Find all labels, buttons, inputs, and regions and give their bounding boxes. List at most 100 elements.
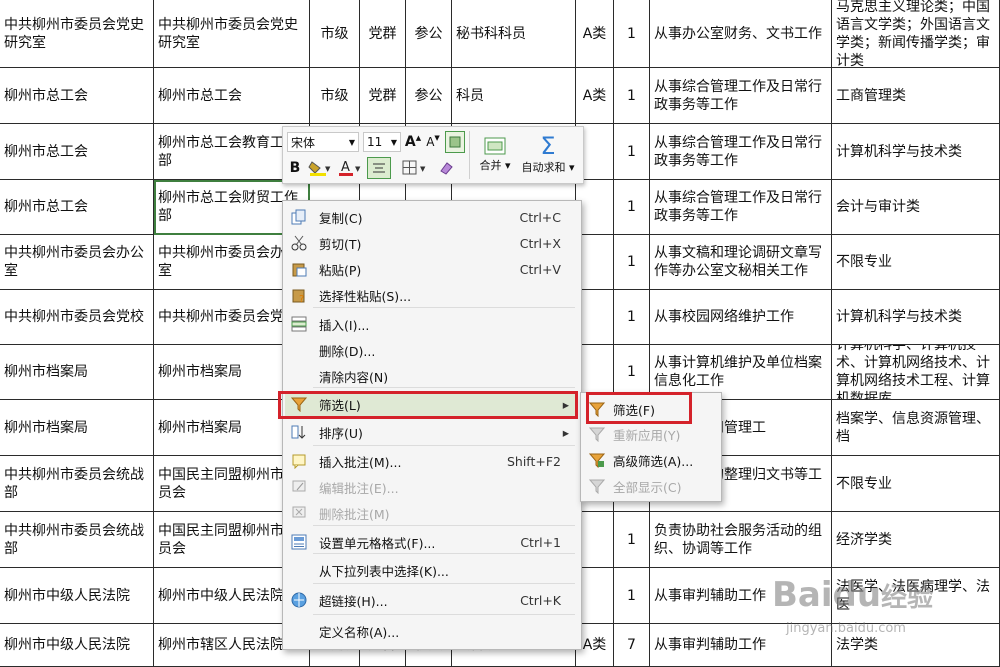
- table-cell[interactable]: 党群: [360, 0, 406, 68]
- fill-color-button[interactable]: ▼: [307, 158, 333, 178]
- table-cell[interactable]: 法医学、法医病理学、法医: [832, 568, 1000, 624]
- font-size-select[interactable]: 11 ▼: [363, 132, 401, 152]
- format-cells-icon: [291, 534, 307, 550]
- menu-item-pick-from-list[interactable]: 从下拉列表中选择(K)...: [285, 557, 577, 583]
- submenu-item-filter[interactable]: 筛选(F): [583, 397, 717, 421]
- table-cell[interactable]: 工商管理类: [832, 68, 1000, 124]
- table-cell[interactable]: 法学类: [832, 624, 1000, 667]
- arrow-down-icon: ▼: [434, 134, 440, 142]
- menu-item-clear-contents[interactable]: 清除内容(N): [285, 363, 577, 389]
- borders-icon: ▼: [402, 160, 426, 175]
- grow-font-label: A: [404, 134, 416, 150]
- table-cell[interactable]: 柳州市中级人民法院: [0, 624, 154, 667]
- borders-button[interactable]: ▼: [401, 158, 431, 178]
- table-cell[interactable]: 柳州市中级人民法院: [0, 568, 154, 624]
- table-cell[interactable]: 1: [614, 235, 650, 290]
- table-cell[interactable]: 1: [614, 568, 650, 624]
- table-cell[interactable]: 1: [614, 0, 650, 68]
- grow-font-button[interactable]: A ▲: [405, 132, 421, 152]
- table-cell[interactable]: 中共柳州市委员会办公室: [0, 235, 154, 290]
- table-cell[interactable]: 科员: [452, 68, 576, 124]
- menu-item-paste[interactable]: 粘贴(P) Ctrl+V: [285, 256, 577, 282]
- table-cell[interactable]: 马克思主义理论类；中国语言文学类；外国语言文学类；新闻传播学类；审计类: [832, 0, 1000, 68]
- bold-label: B: [289, 160, 301, 176]
- table-cell[interactable]: 1: [614, 290, 650, 345]
- menu-item-copy[interactable]: 复制(C) Ctrl+C: [285, 204, 577, 230]
- hyperlink-icon: [291, 592, 307, 608]
- table-cell[interactable]: 中共柳州市委员会党史研究室: [0, 0, 154, 68]
- svg-text:A: A: [341, 160, 350, 175]
- table-cell[interactable]: 会计与审计类: [832, 180, 1000, 235]
- shrink-font-button[interactable]: A ▼: [425, 132, 441, 152]
- table-cell[interactable]: 柳州市总工会: [0, 68, 154, 124]
- submenu-item-advanced-filter[interactable]: 高级筛选(A)...: [583, 448, 717, 472]
- table-cell[interactable]: A类: [576, 68, 614, 124]
- menu-item-delete[interactable]: 删除(D)...: [285, 337, 577, 363]
- svg-text:▼: ▼: [420, 165, 426, 173]
- menu-item-insert-comment[interactable]: 插入批注(M)... Shift+F2: [285, 448, 577, 474]
- menu-item-format-cells[interactable]: 设置单元格格式(F)... Ctrl+1: [285, 529, 577, 555]
- table-cell[interactable]: A类: [576, 0, 614, 68]
- menu-item-insert[interactable]: 插入(I)...: [285, 311, 577, 337]
- toolbar-divider: [469, 131, 470, 179]
- font-color-button[interactable]: A ▼: [337, 158, 363, 178]
- table-cell[interactable]: 1: [614, 68, 650, 124]
- table-cell[interactable]: 中共柳州市委员会党校: [0, 290, 154, 345]
- table-cell[interactable]: 从事综合管理工作及日常行政事务等工作: [650, 124, 832, 180]
- table-cell[interactable]: 从事办公室财务、文书工作: [650, 0, 832, 68]
- table-cell[interactable]: 党群: [360, 68, 406, 124]
- menu-item-label: 筛选(L): [319, 397, 361, 413]
- menu-item-cut[interactable]: 剪切(T) Ctrl+X: [285, 230, 577, 256]
- table-cell[interactable]: 柳州市档案局: [0, 345, 154, 400]
- font-name-select[interactable]: 宋体 ▼: [287, 132, 359, 152]
- table-cell[interactable]: 计算机科学与技术类: [832, 290, 1000, 345]
- table-cell[interactable]: 从事审判辅助工作: [650, 624, 832, 667]
- align-button[interactable]: [367, 157, 391, 179]
- table-cell[interactable]: 市级: [310, 0, 360, 68]
- context-menu: 复制(C) Ctrl+C 剪切(T) Ctrl+X 粘贴(P) Ctrl+V? 选择性粘贴(…: [282, 200, 582, 650]
- table-cell[interactable]: 参公: [406, 68, 452, 124]
- table-cell[interactable]: 1: [614, 124, 650, 180]
- table-cell[interactable]: 计算机科学与技术类: [832, 124, 1000, 180]
- filter-submenu: 筛选(F) 重新应用(Y) 高级筛选(A)... 全部显示(C): [580, 392, 722, 502]
- table-cell[interactable]: 中共柳州市委员会党史研究室: [154, 0, 310, 68]
- menu-item-hyperlink[interactable]: 超链接(H)... Ctrl+K: [285, 587, 577, 613]
- menu-item-define-name[interactable]: 定义名称(A)...: [285, 618, 577, 644]
- menu-item-paste-special[interactable]: ? 选择性粘贴(S)...: [285, 282, 577, 308]
- table-cell[interactable]: 柳州市档案局: [0, 400, 154, 456]
- table-cell[interactable]: 从事综合管理工作及日常行政事务等工作: [650, 180, 832, 235]
- menu-item-sort[interactable]: 排序(U) ▸: [285, 419, 577, 445]
- format-painter-button[interactable]: [445, 131, 465, 153]
- clear-format-button[interactable]: [435, 158, 457, 178]
- table-cell[interactable]: 计算机科学、计算机技术、计算机网络技术、计算机网络技术工程、计算机数据库: [832, 345, 1000, 400]
- autosum-button[interactable]: Σ 自动求和 ▾: [517, 131, 579, 179]
- table-cell[interactable]: 7: [614, 624, 650, 667]
- table-cell[interactable]: 1: [614, 512, 650, 568]
- menu-item-filter[interactable]: 筛选(L) ▸: [285, 391, 577, 417]
- table-cell[interactable]: 不限专业: [832, 456, 1000, 512]
- table-cell[interactable]: 档案学、信息资源管理、档: [832, 400, 1000, 456]
- table-cell[interactable]: 1: [614, 180, 650, 235]
- table-cell[interactable]: 柳州市总工会: [0, 124, 154, 180]
- bold-button[interactable]: B: [287, 158, 303, 178]
- merge-button[interactable]: 合并 ▾: [475, 131, 515, 179]
- table-cell[interactable]: 从事文稿和理论调研文章写作等办公室文秘相关工作: [650, 235, 832, 290]
- table-cell[interactable]: 经济学类: [832, 512, 1000, 568]
- table-cell[interactable]: 从事校园网络维护工作: [650, 290, 832, 345]
- filter-icon: [588, 401, 606, 418]
- table-cell[interactable]: 中共柳州市委员会统战部: [0, 512, 154, 568]
- menu-item-shortcut: Shift+F2: [506, 453, 561, 469]
- table-cell[interactable]: 市级: [310, 68, 360, 124]
- insert-comment-icon: [291, 453, 307, 469]
- table-cell[interactable]: 不限专业: [832, 235, 1000, 290]
- table-cell[interactable]: 从事审判辅助工作: [650, 568, 832, 624]
- menu-separator: [313, 614, 575, 615]
- table-cell[interactable]: 秘书科科员: [452, 0, 576, 68]
- table-cell[interactable]: 参公: [406, 0, 452, 68]
- table-cell[interactable]: 中共柳州市委员会统战部: [0, 456, 154, 512]
- table-cell[interactable]: 柳州市总工会: [0, 180, 154, 235]
- menu-item-label: 删除批注(M): [319, 506, 390, 522]
- table-cell[interactable]: 从事综合管理工作及日常行政事务等工作: [650, 68, 832, 124]
- table-cell[interactable]: 负责协助社会服务活动的组织、协调等工作: [650, 512, 832, 568]
- table-cell[interactable]: 柳州市总工会: [154, 68, 310, 124]
